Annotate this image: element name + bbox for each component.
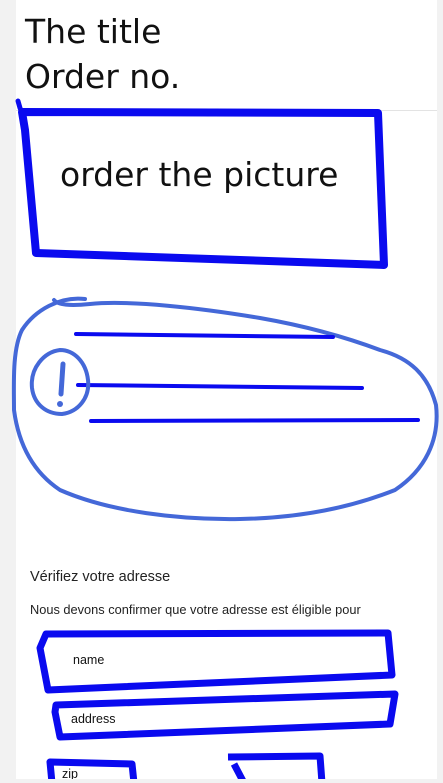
page: The title Order no. order the picture Vé… <box>0 0 443 783</box>
picture-placeholder-label: order the picture <box>60 155 339 194</box>
exclamation-icon <box>29 347 91 417</box>
bottom-edge <box>0 779 443 783</box>
content-line-2 <box>76 383 364 390</box>
address-section-description: Nous devons confirmer que votre adresse … <box>30 602 361 617</box>
name-field-label: name <box>73 653 105 667</box>
address-field-label: address <box>71 712 116 726</box>
address-section-heading: Vérifiez votre adresse <box>30 569 171 585</box>
content-line-1 <box>74 332 335 339</box>
content-line-3 <box>89 418 420 423</box>
